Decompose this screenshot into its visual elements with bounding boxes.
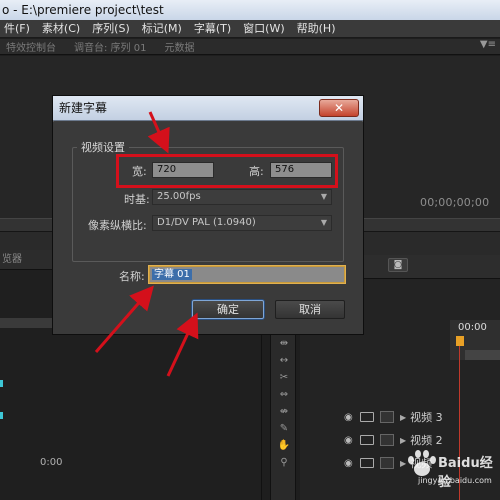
panel-menu-icon[interactable]: ▼≡ <box>480 39 496 50</box>
video-settings-legend: 视频设置 <box>77 139 129 155</box>
dialog-title: 新建字幕 <box>59 101 108 115</box>
name-label: 名称: <box>119 270 145 283</box>
program-timecode: 00;00;00;00 <box>420 196 490 209</box>
pixel-aspect-label: 像素纵横比: <box>88 219 147 232</box>
timebase-select[interactable]: 25.00fps ▼ <box>152 189 332 205</box>
track-lock-toggle[interactable] <box>380 411 394 423</box>
slide-tool-icon[interactable]: ⇎ <box>271 403 297 420</box>
dropdown-arrow-icon: ▼ <box>320 192 327 201</box>
camera-icon[interactable]: ◙ <box>388 258 408 272</box>
pen-tool-icon[interactable]: ✎ <box>271 420 297 437</box>
film-icon <box>360 458 374 468</box>
tab-metadata[interactable]: 元数据 <box>155 39 203 54</box>
watermark-url: jingyan.baidu.com <box>418 476 492 485</box>
tab-effect-controls[interactable]: 特效控制台 <box>0 39 65 54</box>
project-header-bar <box>0 318 60 328</box>
project-timecode: 0:00 <box>40 457 63 468</box>
cancel-button[interactable]: 取消 <box>275 300 345 319</box>
track-lock-toggle[interactable] <box>380 434 394 446</box>
ripple-edit-tool-icon[interactable]: ⇹ <box>271 335 297 352</box>
film-icon <box>360 435 374 445</box>
track-lock-toggle[interactable] <box>380 457 394 469</box>
menu-marker[interactable]: 标记(M) <box>136 20 188 38</box>
menu-bar: 件(F) 素材(C) 序列(S) 标记(M) 字幕(T) 窗口(W) 帮助(H) <box>0 20 500 38</box>
clip-marker <box>0 380 3 387</box>
hand-tool-icon[interactable]: ✋ <box>271 437 297 454</box>
eye-icon[interactable]: ◉ <box>344 435 356 446</box>
menu-sequence[interactable]: 序列(S) <box>86 20 136 38</box>
panel-tab-strip: 特效控制台 调音台: 序列 01 元数据 ▼≡ <box>0 39 500 55</box>
ok-button[interactable]: 确定 <box>192 300 264 319</box>
timeline-scrollbar[interactable] <box>465 350 500 360</box>
menu-help[interactable]: 帮助(H) <box>291 20 342 38</box>
tab-media-browser[interactable]: 览器 <box>2 254 22 265</box>
menu-file[interactable]: 件(F) <box>0 20 36 38</box>
pixel-aspect-value: D1/DV PAL (1.0940) <box>157 217 256 228</box>
menu-window[interactable]: 窗口(W) <box>237 20 290 38</box>
track-video-3[interactable]: ◉ ▶ 视频 3 <box>300 408 500 426</box>
menu-clip[interactable]: 素材(C) <box>36 20 86 38</box>
baidu-watermark: Baidu经验 jingyan.baidu.com <box>396 440 500 492</box>
baidu-paw-icon <box>406 448 436 478</box>
playhead-icon[interactable] <box>456 336 464 346</box>
dropdown-arrow-icon: ▼ <box>320 218 327 227</box>
rate-stretch-tool-icon[interactable]: ↔ <box>271 352 297 369</box>
annotation-highlight-box <box>116 154 338 188</box>
pixel-aspect-select[interactable]: D1/DV PAL (1.0940) ▼ <box>152 215 332 231</box>
eye-icon[interactable]: ◉ <box>344 458 356 469</box>
track-name: 视频 3 <box>410 411 443 424</box>
eye-icon[interactable]: ◉ <box>344 412 356 423</box>
dialog-title-bar[interactable]: 新建字幕 ✕ <box>53 96 363 121</box>
clip-marker <box>0 412 3 419</box>
slip-tool-icon[interactable]: ⇔ <box>271 386 297 403</box>
title-name-value: 字幕 01 <box>152 269 192 280</box>
film-icon <box>360 412 374 422</box>
razor-tool-icon[interactable]: ✂ <box>271 369 297 386</box>
tab-audio-mixer[interactable]: 调音台: 序列 01 <box>65 39 155 54</box>
timeline-timecode: 00:00 <box>458 322 487 333</box>
zoom-tool-icon[interactable]: ⚲ <box>271 454 297 471</box>
timebase-label: 时基: <box>124 193 150 206</box>
close-button[interactable]: ✕ <box>319 99 359 117</box>
menu-title[interactable]: 字幕(T) <box>188 20 237 38</box>
window-title-bar: o - E:\premiere project\test <box>0 0 500 20</box>
expand-triangle-icon[interactable]: ▶ <box>400 413 406 422</box>
title-name-input[interactable]: 字幕 01 <box>149 266 345 283</box>
tools-panel: ⇹ ↔ ✂ ⇔ ⇎ ✎ ✋ ⚲ <box>270 335 296 500</box>
timebase-value: 25.00fps <box>157 191 201 202</box>
window-title: o - E:\premiere project\test <box>2 3 164 17</box>
